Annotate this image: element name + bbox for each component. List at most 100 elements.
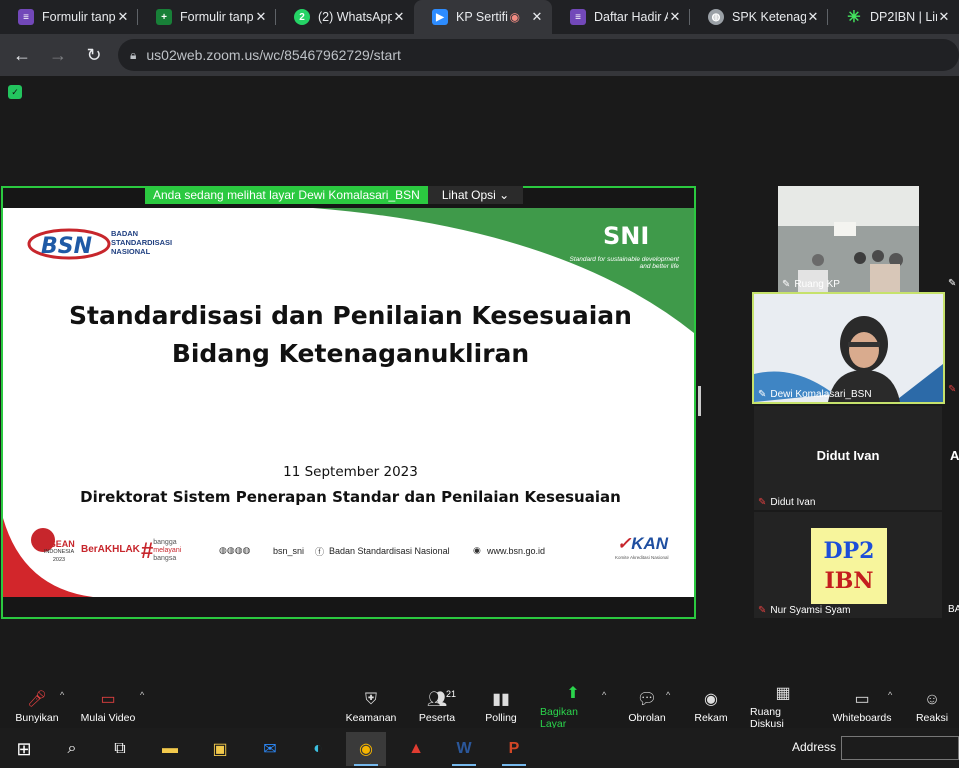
address-bar[interactable]: 🔒︎ us02web.zoom.us/wc/85467962729/start	[118, 39, 959, 71]
browser-tab[interactable]: + Formulir tanp ✕	[138, 0, 276, 34]
chevron-up-icon[interactable]: ^	[60, 690, 64, 700]
muted-mic-icon: 🎤︎	[26, 691, 48, 708]
slide-organization: Direktorat Sistem Penerapan Standar dan …	[80, 488, 621, 506]
reactions-button[interactable]: ☺ Reaksi	[914, 686, 950, 728]
social-handle: bsn_sni	[273, 546, 305, 556]
close-icon[interactable]: ✕	[668, 9, 682, 25]
close-icon[interactable]: ✕	[937, 9, 951, 25]
unmute-button[interactable]: 🎤︎ Bunyikan	[12, 686, 62, 728]
video-off-icon: ▭	[100, 691, 116, 708]
participant-display-name: Didut Ivan	[816, 448, 880, 463]
lock-icon: 🔒︎	[130, 47, 137, 62]
whiteboards-button[interactable]: ▭ Whiteboards	[832, 686, 892, 728]
mail-icon[interactable]: ✉	[250, 732, 290, 766]
edge-icon[interactable]: ◐	[298, 732, 338, 766]
close-icon[interactable]: ✕	[116, 9, 130, 25]
participant-tile[interactable]: DP2 IBN ✎ Nur Syamsi Syam	[754, 512, 942, 618]
facebook-name: Badan Standardisasi Nasional	[329, 546, 450, 556]
sheets-icon: +	[156, 9, 172, 25]
partial-participant-label: A	[950, 448, 959, 463]
browser-tab-active[interactable]: ▶ KP Sertifi ◉ ✕	[414, 0, 552, 34]
website: www.bsn.go.id	[487, 546, 546, 556]
slide-date: 11 September 2023	[283, 464, 418, 480]
search-icon[interactable]: ⌕	[52, 732, 92, 766]
viewing-text: Anda sedang melihat layar Dewi Komalasar…	[145, 186, 428, 204]
browser-tab[interactable]: 2 (2) WhatsApp ✕	[276, 0, 414, 34]
forms-icon: ≡	[570, 9, 586, 25]
acrobat-icon[interactable]: ▲	[396, 732, 436, 766]
participants-icon: 👥︎	[426, 691, 448, 708]
grid-icon: ▦	[775, 685, 791, 702]
close-icon[interactable]: ✕	[392, 9, 406, 25]
sni-tagline: Standard for sustainable development and …	[569, 256, 680, 270]
bar-chart-icon: ▮▮	[492, 691, 510, 708]
browser-tab[interactable]: ≡ Formulir tanp ✕	[0, 0, 138, 34]
berakhlak-logo: BerAKHLAK	[81, 544, 140, 555]
dp2ibn-card: DP2 IBN	[811, 528, 887, 604]
chrome-icon[interactable]: ◉	[346, 732, 386, 766]
zoom-toolbar: 🎤︎ Bunyikan ^ ▭ Mulai Video ^ ⛨ Keamanan 👥︎…	[0, 685, 959, 730]
store-icon[interactable]: ▣	[200, 732, 240, 766]
browser-tab[interactable]: ✳DP2IBN | Link✕	[828, 0, 959, 34]
close-icon[interactable]: ✕	[254, 9, 268, 25]
forward-arrow-icon[interactable]: →	[42, 39, 74, 71]
file-explorer-icon[interactable]: ▬	[150, 732, 190, 766]
kan-logo: ✓KAN	[617, 534, 669, 553]
powerpoint-icon[interactable]: P	[494, 732, 534, 766]
bsn-logo: BSN	[41, 234, 93, 259]
bsn-logo-subtitle: BADAN STANDARDISASI NASIONAL	[111, 229, 173, 256]
security-shield-icon[interactable]: ✓	[8, 85, 22, 99]
participants-count: 21	[446, 689, 457, 699]
participant-tile-active-speaker[interactable]: ✎ Dewi Komalasari_BSN	[752, 292, 945, 404]
close-icon[interactable]: ✕	[530, 9, 544, 25]
close-icon[interactable]: ✕	[806, 9, 820, 25]
panel-splitter[interactable]	[698, 386, 701, 416]
muted-mic-icon: ✎	[948, 384, 957, 395]
polling-button[interactable]: ▮▮ Polling	[480, 686, 522, 728]
chat-button[interactable]: 💬︎ Obrolan	[626, 686, 668, 728]
chevron-up-icon[interactable]: ^	[666, 690, 670, 700]
chevron-up-icon[interactable]: ^	[602, 690, 606, 700]
whatsapp-icon: 2	[294, 9, 310, 25]
pin-icon: ✎	[758, 389, 767, 400]
record-icon: ◉	[704, 691, 718, 708]
pin-icon: ✎	[948, 278, 957, 289]
windows-start-icon[interactable]: ⊞	[4, 732, 44, 766]
participant-name: ✎ Ruang KP	[782, 279, 840, 290]
record-button[interactable]: ◉ Rekam	[692, 686, 730, 728]
globe-icon: ◍	[708, 9, 724, 25]
participant-name: ✎ Didut Ivan	[758, 497, 816, 508]
viewing-banner: Anda sedang melihat layar Dewi Komalasar…	[145, 186, 524, 204]
forms-icon: ≡	[18, 9, 34, 25]
shield-icon: ⛨	[364, 691, 377, 708]
sni-logo: SNI	[603, 222, 650, 250]
participant-name: ✎ Dewi Komalasari_BSN	[758, 389, 872, 400]
browser-tab[interactable]: ≡ Daftar Hadir A ✕	[552, 0, 690, 34]
share-screen-button[interactable]: ⬆ Bagikan Layar	[540, 685, 606, 730]
participant-tile[interactable]: Didut Ivan ✎ Didut Ivan	[754, 406, 942, 510]
participant-name: ✎ Nur Syamsi Syam	[758, 605, 851, 616]
word-icon[interactable]: W	[444, 732, 484, 766]
back-arrow-icon[interactable]: ←	[6, 39, 38, 71]
pin-icon: ✎	[782, 279, 791, 290]
start-video-button[interactable]: ▭ Mulai Video	[80, 686, 136, 728]
chevron-up-icon[interactable]: ^	[888, 690, 892, 700]
whiteboard-icon: ▭	[854, 691, 870, 708]
speaker-video	[754, 294, 943, 402]
task-view-icon[interactable]: ⧉	[100, 732, 140, 766]
participant-tile[interactable]: ✎ Ruang KP	[778, 186, 919, 292]
view-options-button[interactable]: Lihat Opsi ⌄	[427, 186, 524, 204]
browser-toolbar: ← → ↻ 🔒︎ us02web.zoom.us/wc/85467962729/…	[0, 34, 959, 76]
social-media-icons: ◍◍◍◍	[219, 545, 251, 555]
muted-mic-icon: ✎	[758, 497, 767, 508]
windows-taskbar: ⊞ ⌕ ⧉ ▬ ▣ ✉ ◐ ◉ ▲ W P Address	[0, 728, 959, 768]
address-toolbar-input[interactable]	[841, 736, 959, 760]
web-icon: ◉	[473, 545, 481, 555]
breakout-rooms-button[interactable]: ▦ Ruang Diskusi	[750, 685, 816, 730]
browser-tab-strip: ≡ Formulir tanp ✕ + Formulir tanp ✕ 2 (2) Wha…	[0, 0, 959, 34]
reload-icon[interactable]: ↻	[78, 39, 110, 71]
chevron-up-icon[interactable]: ^	[140, 690, 144, 700]
slide-title-line-2: Bidang Ketenaganukliran	[171, 339, 530, 368]
security-button[interactable]: ⛨ Keamanan	[346, 686, 397, 728]
browser-tab[interactable]: ◍ SPK Ketenaga ✕	[690, 0, 828, 34]
